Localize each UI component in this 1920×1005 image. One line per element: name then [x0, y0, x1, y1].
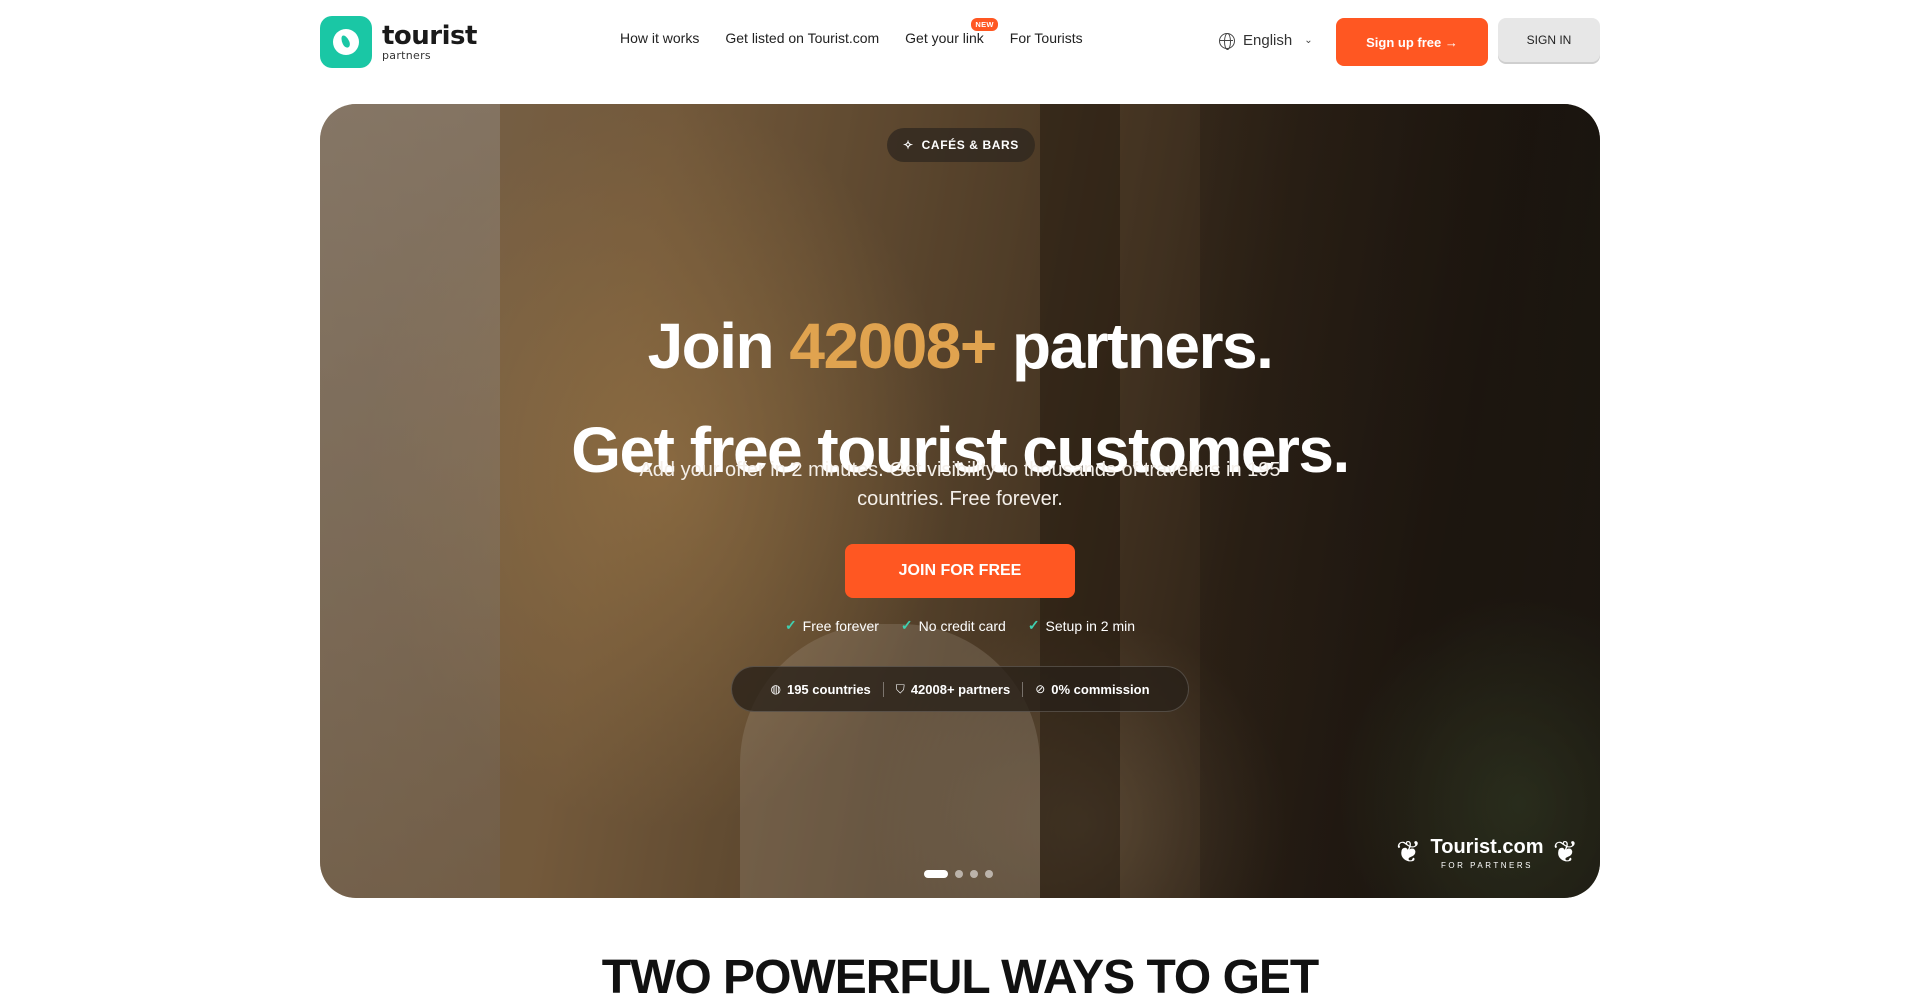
stats-bar: ◍ 195 countries ⛉ 42008+ partners ⊘ 0% c… [731, 666, 1189, 712]
hero-title-post: partners. [995, 310, 1274, 382]
stat-countries: ◍ 195 countries [758, 682, 882, 697]
laurel-left-icon: ❦ [1396, 836, 1422, 869]
hero-banner: ✧ CAFÉS & BARS Join 42008+ partners. Get… [320, 104, 1600, 898]
stat-partners: ⛉ 42008+ partners [882, 681, 1022, 697]
check-item: ✓ Setup in 2 min [1028, 617, 1135, 634]
check-icon: ✓ [1027, 617, 1040, 633]
language-selector[interactable]: English ⌄ [1219, 32, 1313, 50]
hero-title-pre: Join [647, 310, 790, 382]
nav-get-listed[interactable]: Get listed on Tourist.com [725, 30, 879, 46]
hero-title-line1: Join 42008+ partners. [320, 294, 1600, 398]
new-badge: NEW [971, 18, 998, 31]
carousel-dot[interactable] [970, 870, 978, 878]
signup-button[interactable]: Sign up free → [1336, 18, 1488, 66]
nav-how-it-works[interactable]: How it works [620, 30, 699, 46]
percent-icon: ⊘ [1035, 682, 1046, 696]
check-item: ✓ No credit card [901, 617, 1006, 634]
section-title: TWO POWERFUL WAYS TO GET [601, 951, 1319, 1004]
sparkle-icon: ✧ [903, 138, 914, 152]
award-subtitle: FOR PARTNERS [1441, 860, 1533, 870]
hero-title-accent: 42008+ [789, 310, 997, 382]
award-text: Tourist.com FOR PARTNERS [1431, 837, 1544, 870]
carousel-dots [924, 870, 993, 878]
hero-subtitle-line1: Add your offer in 2 minutes. Get visibil… [639, 459, 1281, 481]
check-icon: ✓ [784, 617, 797, 633]
category-tag: ✧ CAFÉS & BARS [887, 128, 1035, 162]
carousel-dot[interactable] [924, 870, 948, 878]
category-tag-label: CAFÉS & BARS [921, 138, 1019, 152]
stat-label: 42008+ partners [910, 681, 1011, 697]
globe-icon: ◍ [770, 682, 781, 696]
logo-word: tourist [382, 21, 477, 51]
site-header: tourist partners How it works Get listed… [0, 0, 1920, 80]
globe-icon [1219, 32, 1235, 50]
nav-for-tourists[interactable]: For Tourists [1010, 30, 1083, 46]
benefit-checks: ✓ Free forever ✓ No credit card ✓ Setup … [320, 617, 1600, 634]
award-badge: ❦ Tourist.com FOR PARTNERS ❦ [1396, 828, 1578, 878]
logo-mark-icon [320, 16, 372, 68]
logo-sub: partners [382, 49, 431, 62]
check-label: No credit card [918, 617, 1006, 634]
carousel-dot[interactable] [955, 870, 963, 878]
logo[interactable]: tourist partners [320, 16, 477, 68]
nav-get-your-link[interactable]: Get your link NEW [905, 18, 998, 46]
hero-subtitle: Add your offer in 2 minutes. Get visibil… [320, 456, 1600, 514]
logo-text: tourist partners [382, 23, 477, 61]
stat-label: 195 countries [786, 681, 871, 697]
check-icon: ✓ [900, 617, 913, 633]
award-title: Tourist.com [1430, 835, 1544, 858]
language-label: English [1243, 32, 1293, 49]
check-item: ✓ Free forever [785, 617, 879, 634]
signin-button[interactable]: SIGN IN [1498, 18, 1600, 62]
join-for-free-button[interactable]: JOIN FOR FREE [845, 544, 1075, 598]
nav-get-your-link-label: Get your link [905, 30, 984, 46]
main-nav: How it works Get listed on Tourist.com G… [620, 18, 1083, 46]
stat-commission: ⊘ 0% commission [1022, 681, 1161, 697]
check-label: Setup in 2 min [1045, 617, 1136, 634]
shield-icon: ⛉ [895, 681, 905, 696]
laurel-right-icon: ❦ [1552, 836, 1578, 869]
hero-subtitle-line2: countries. Free forever. [857, 488, 1063, 510]
check-label: Free forever [802, 617, 879, 634]
chevron-down-icon: ⌄ [1304, 35, 1313, 46]
carousel-dot[interactable] [985, 870, 993, 878]
stat-label: 0% commission [1051, 681, 1150, 697]
